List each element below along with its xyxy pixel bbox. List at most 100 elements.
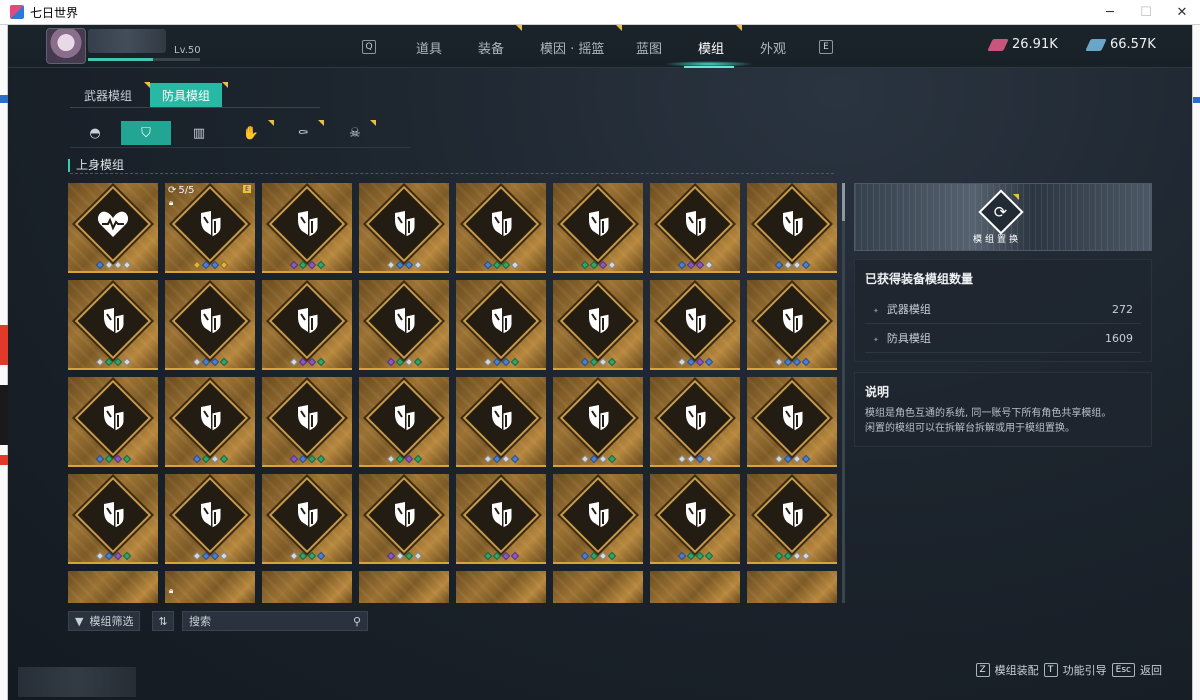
back-label[interactable]: 返回 [1140,662,1162,678]
affix-dots [456,260,546,270]
description-line: 模组是角色互通的系统, 同一账号下所有角色共享模组。 [865,408,1112,419]
affix-dots [359,551,449,561]
mod-card[interactable]: 🔒︎ [165,571,255,603]
nav-tab-mods[interactable]: 模组 [698,38,724,57]
mod-card[interactable] [262,377,352,467]
search-input[interactable]: 搜索 ⚲ [182,611,368,631]
shield-icon [289,400,325,436]
mod-card[interactable] [262,571,352,603]
nav-prev-key[interactable]: Q [362,40,376,54]
mod-card[interactable] [456,280,546,370]
mod-card[interactable] [262,474,352,564]
nav-tab-items[interactable]: 道具 [416,38,442,57]
refresh-icon: ⟳ [168,185,177,196]
mod-card[interactable] [650,280,740,370]
owned-mods-box: 已获得装备模组数量 武器模组 272 防具模组 1609 [854,259,1152,362]
mod-card[interactable] [359,474,449,564]
mod-card[interactable] [165,474,255,564]
minimize-button[interactable]: ─ [1092,0,1128,25]
lock-icon: 🔒︎ [169,586,174,595]
nav-tab-blueprint[interactable]: 蓝图 [636,38,662,57]
close-button[interactable]: ✕ [1164,0,1200,25]
mod-card[interactable] [553,280,643,370]
shield-icon [774,206,810,242]
mod-card[interactable] [456,377,546,467]
mod-card[interactable] [553,183,643,273]
helmet-icon[interactable]: ◓ [70,121,120,145]
mod-card[interactable] [68,280,158,370]
mod-card[interactable] [650,183,740,273]
mod-card[interactable] [747,183,837,273]
affix-dot [104,551,113,561]
mod-card[interactable] [553,474,643,564]
key-esc[interactable]: Esc [1111,663,1135,677]
upper-body-icon[interactable]: ⛉ [121,121,171,145]
mod-card[interactable] [359,183,449,273]
mod-card[interactable] [359,571,449,603]
grid-scrollbar[interactable] [842,183,845,603]
mod-card[interactable] [68,183,158,273]
category-divider [70,107,320,108]
shield-icon [95,497,131,533]
affix-dot [704,357,713,367]
avatar[interactable] [46,28,86,64]
mod-card[interactable] [68,474,158,564]
affix-dots [165,551,255,561]
nav-tab-appearance[interactable]: 外观 [760,38,786,57]
mod-card[interactable] [68,571,158,603]
active-tab-underline [684,66,734,68]
legs-icon[interactable]: ▥ [174,121,224,145]
experience-bar [88,58,200,61]
shield-icon [386,206,422,242]
nav-tab-equipment[interactable]: 装备 [478,38,504,57]
mod-card[interactable]: ⟳ 5/5 🔒︎ E [165,183,255,273]
player-level: Lv.50 [174,45,201,56]
mod-card[interactable] [165,377,255,467]
mod-assemble-label[interactable]: 模组装配 [995,662,1039,678]
mod-card[interactable] [165,280,255,370]
affix-dot [792,551,801,561]
shield-icon [580,400,616,436]
sort-button[interactable]: ⇅ [152,611,174,631]
mod-card[interactable] [650,377,740,467]
affix-dot [686,551,695,561]
mod-card[interactable] [747,474,837,564]
mod-swap-banner[interactable]: ⟳ 模组置换 [854,183,1152,251]
mod-card[interactable] [650,571,740,603]
mod-card[interactable] [262,183,352,273]
sort-icon: ⇅ [158,614,168,628]
mod-card[interactable] [553,377,643,467]
affix-dots [165,454,255,464]
affix-dot [686,454,695,464]
mod-card[interactable] [650,474,740,564]
affix-dot [677,551,686,561]
guide-label[interactable]: 功能引导 [1063,662,1107,678]
affix-dot [695,454,704,464]
affix-dot [395,357,404,367]
nav-tab-meme-cradle[interactable]: 模因 · 摇篮 [540,38,604,57]
tab-armor-mods[interactable]: 防具模组 [150,83,223,107]
filter-button[interactable]: ▼ 模组筛选 [68,611,141,631]
mod-card[interactable] [456,183,546,273]
nav-next-key[interactable]: E [819,40,833,54]
mod-card[interactable] [359,377,449,467]
shield-icon [774,497,810,533]
mod-card[interactable] [262,280,352,370]
affix-dot [289,260,298,270]
shield-icon [289,303,325,339]
affix-dot [774,260,783,270]
mod-card[interactable] [747,377,837,467]
mod-card[interactable] [456,474,546,564]
maximize-button[interactable]: ☐ [1128,0,1164,25]
mod-card[interactable] [359,280,449,370]
mod-card[interactable] [68,377,158,467]
key-z[interactable]: Z [975,663,990,677]
mod-card[interactable] [747,280,837,370]
mod-card[interactable] [747,571,837,603]
key-t[interactable]: T [1043,663,1058,677]
affix-dot [589,357,598,367]
mod-card[interactable] [553,571,643,603]
tab-weapon-mods[interactable]: 武器模组 [72,83,144,107]
mod-card[interactable] [456,571,546,603]
heart-icon [95,206,131,242]
